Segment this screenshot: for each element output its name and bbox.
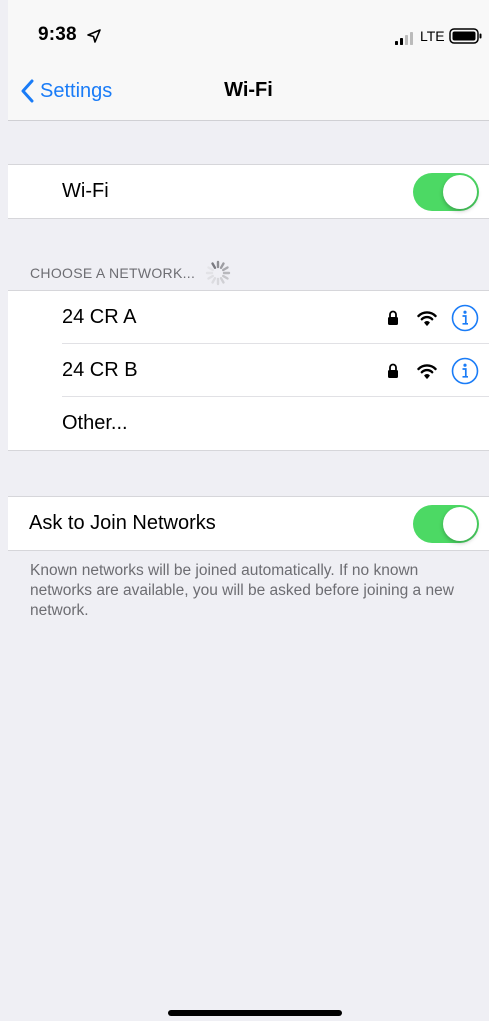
- ask-to-join-footer: Known networks will be joined automatica…: [30, 562, 454, 619]
- wifi-signal-icon: [417, 363, 437, 379]
- chevron-left-icon: [21, 79, 34, 103]
- toggle-knob: [443, 506, 477, 541]
- location-arrow-icon: [87, 29, 101, 43]
- network-status-icons: [387, 357, 479, 385]
- info-icon[interactable]: [451, 304, 479, 332]
- wifi-settings-screen: 9:38 LTE Wi-Fi Settings Wi-Fi CHOOSE A N…: [8, 0, 489, 1021]
- network-list: 24 CR A 24 CR B Other...: [8, 290, 489, 451]
- wifi-toggle-group: Wi-Fi: [8, 164, 489, 219]
- back-button-label: Settings: [40, 79, 113, 102]
- network-name: 24 CR A: [62, 306, 137, 328]
- wifi-signal-icon: [417, 310, 437, 326]
- lock-icon: [388, 310, 398, 325]
- wifi-toggle-switch[interactable]: [413, 172, 479, 211]
- ask-to-join-label: Ask to Join Networks: [29, 512, 216, 534]
- toggle-knob: [443, 174, 477, 209]
- choose-network-header: CHOOSE A NETWORK...: [30, 260, 231, 286]
- section-header-label: CHOOSE A NETWORK...: [30, 265, 196, 281]
- other-network-row[interactable]: Other...: [8, 397, 489, 450]
- network-row-24-cr-b[interactable]: 24 CR B: [8, 344, 489, 397]
- status-bar: 9:38 LTE: [8, 0, 489, 62]
- battery-icon: [449, 28, 482, 44]
- navigation-bar: Wi-Fi Settings: [8, 62, 489, 121]
- carrier-label: LTE: [420, 28, 445, 44]
- home-indicator: [168, 1010, 342, 1016]
- ask-to-join-group: Ask to Join Networks: [8, 496, 489, 551]
- status-time: 9:38: [38, 24, 77, 45]
- info-icon[interactable]: [451, 357, 479, 385]
- network-status-icons: [387, 304, 479, 332]
- network-row-24-cr-a[interactable]: 24 CR A: [8, 291, 489, 344]
- other-network-label: Other...: [62, 412, 128, 434]
- lock-icon: [388, 363, 398, 378]
- ask-to-join-row: Ask to Join Networks: [8, 497, 489, 550]
- wifi-toggle-label: Wi-Fi: [62, 180, 109, 202]
- ask-to-join-toggle-switch[interactable]: [413, 504, 479, 543]
- network-name: 24 CR B: [62, 359, 138, 381]
- loading-spinner-icon: [205, 260, 231, 286]
- wifi-toggle-row: Wi-Fi: [8, 165, 489, 218]
- back-button[interactable]: Settings: [20, 76, 112, 106]
